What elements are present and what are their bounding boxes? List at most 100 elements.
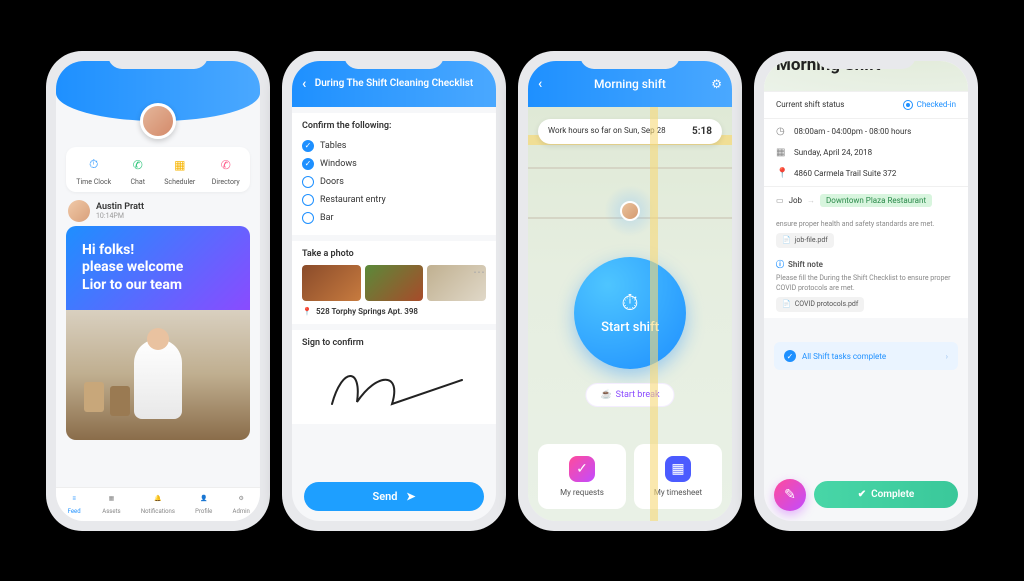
section-label: Confirm the following:	[302, 121, 486, 131]
gear-icon: ⚙	[233, 492, 249, 506]
section-label: Sign to confirm	[302, 338, 486, 348]
card-label: My timesheet	[654, 488, 702, 497]
post-header: Austin Pratt 10:14PM	[68, 200, 248, 222]
checklist-label: Windows	[320, 159, 357, 169]
file-name: job-file.pdf	[795, 236, 828, 245]
user-icon: 👤	[196, 492, 212, 506]
start-break-button[interactable]: ☕ Start break	[585, 383, 674, 407]
tab-notifications[interactable]: 🔔Notifications	[141, 492, 175, 515]
phone-feed: ⏱ Time Clock ✆ Chat ▦ Scheduler ✆ Direct…	[46, 51, 270, 531]
calendar-icon: ▦	[170, 155, 190, 175]
clock-icon: ◷	[776, 126, 788, 137]
signature-icon	[322, 362, 472, 414]
photo-thumb[interactable]	[365, 265, 424, 301]
tab-profile[interactable]: 👤Profile	[195, 492, 212, 515]
card-my-requests[interactable]: ✓ My requests	[538, 444, 626, 509]
notch	[108, 51, 208, 69]
checklist-item[interactable]: Bar	[302, 209, 486, 227]
complete-button[interactable]: ✔ Complete	[814, 481, 958, 508]
send-button[interactable]: Send ➤	[304, 482, 484, 511]
road-line	[528, 167, 732, 169]
calendar-icon: ▦	[665, 456, 691, 482]
quicklink-chat[interactable]: ✆ Chat	[128, 155, 148, 186]
work-hours-pill[interactable]: Work hours so far on Sun, Sep 28 5:18	[538, 119, 722, 144]
checklist-item[interactable]: Doors	[302, 173, 486, 191]
signature-pad[interactable]	[302, 354, 486, 416]
tab-bar: ≡Feed ▦Assets 🔔Notifications 👤Profile ⚙A…	[56, 487, 260, 521]
welcome-card[interactable]: Hi folks! please welcome Lior to our tea…	[66, 226, 250, 311]
back-icon[interactable]: ‹	[538, 76, 542, 92]
tasks-label: All Shift tasks complete	[802, 352, 886, 361]
checkbox-icon[interactable]	[302, 158, 314, 170]
file-chip[interactable]: 📄 job-file.pdf	[776, 233, 834, 248]
welcome-line: Lior to our team	[82, 277, 234, 295]
photo-section: Take a photo ⋯ 📍 528 Torphy Springs Apt.…	[292, 241, 496, 324]
more-icon[interactable]: ⋯	[473, 265, 486, 279]
checklist-item[interactable]: Tables	[302, 137, 486, 155]
info-time: ◷ 08:00am - 04:00pm - 08:00 hours	[764, 121, 968, 142]
back-icon[interactable]: ‹	[302, 76, 306, 92]
file-icon: 📄	[782, 300, 791, 309]
checkbox-icon[interactable]	[302, 194, 314, 206]
edit-fab[interactable]: ✎	[774, 479, 806, 511]
card-my-timesheet[interactable]: ▦ My timesheet	[634, 444, 722, 509]
info-text: Sunday, April 24, 2018	[794, 148, 872, 157]
post-time: 10:14PM	[96, 212, 144, 220]
photo-thumb[interactable]	[302, 265, 361, 301]
note-title: Shift note	[788, 260, 823, 271]
tab-feed[interactable]: ≡Feed	[66, 492, 82, 515]
tab-admin[interactable]: ⚙Admin	[233, 492, 250, 515]
grid-icon: ▦	[103, 492, 119, 506]
briefcase-icon: ▭	[776, 196, 784, 205]
section-label: Take a photo	[302, 249, 486, 259]
author-name: Austin Pratt	[96, 202, 144, 212]
tasks-row[interactable]: ✓ All Shift tasks complete ›	[774, 342, 958, 370]
quicklink-label: Time Clock	[76, 178, 111, 186]
checkbox-icon[interactable]	[302, 212, 314, 224]
job-row[interactable]: ▭ Job → Downtown Plaza Restaurant	[764, 186, 968, 214]
screen-morning-shift: Morning Shift Current shift status Check…	[764, 61, 968, 521]
status-dot-icon	[903, 100, 913, 110]
checkbox-icon[interactable]	[302, 176, 314, 188]
quicklink-time-clock[interactable]: ⏱ Time Clock	[76, 155, 111, 186]
decor	[84, 382, 104, 412]
checklist-item[interactable]: Restaurant entry	[302, 191, 486, 209]
author-avatar[interactable]	[68, 200, 90, 222]
post-image[interactable]	[66, 310, 250, 440]
phone-morning-shift: Morning Shift Current shift status Check…	[754, 51, 978, 531]
tab-assets[interactable]: ▦Assets	[102, 492, 120, 515]
file-chip[interactable]: 📄 COVID protocols.pdf	[776, 297, 864, 312]
checkbox-icon[interactable]	[302, 140, 314, 152]
checklist-label: Bar	[320, 213, 334, 223]
confirm-section: Confirm the following: Tables Windows Door…	[292, 113, 496, 235]
phone-shift: ‹ Morning shift ⚙ Work hours so far on S…	[518, 51, 742, 531]
work-hours-value: 5:18	[692, 126, 712, 137]
info-text: 08:00am - 04:00pm - 08:00 hours	[794, 127, 911, 136]
page-title: Morning shift	[594, 77, 666, 91]
status-label: Current shift status	[776, 100, 844, 110]
file-name: COVID protocols.pdf	[795, 300, 859, 309]
map[interactable]: Work hours so far on Sun, Sep 28 5:18 ⏱ …	[528, 107, 732, 521]
file-icon: 📄	[782, 236, 791, 245]
page-title: During The Shift Cleaning Checklist	[315, 78, 474, 89]
status-value: Checked-in	[917, 100, 956, 109]
welcome-line: Hi folks!	[82, 242, 234, 260]
screen-checklist: ‹ During The Shift Cleaning Checklist Co…	[292, 61, 496, 521]
check-circle-icon: ✓	[784, 350, 796, 362]
quicklink-scheduler[interactable]: ▦ Scheduler	[164, 155, 195, 186]
gear-icon[interactable]: ⚙	[711, 77, 722, 91]
send-icon: ➤	[406, 490, 415, 503]
quicklink-directory[interactable]: ✆ Directory	[212, 155, 240, 186]
complete-label: Complete	[871, 489, 914, 500]
feed-icon: ≡	[66, 492, 82, 506]
avatar[interactable]	[140, 103, 176, 139]
edit-icon: ✎	[784, 487, 796, 503]
checklist-item[interactable]: Windows	[302, 155, 486, 173]
start-shift-button[interactable]: ⏱ Start shift	[574, 257, 686, 369]
notch	[344, 51, 444, 69]
arrow-icon: →	[807, 196, 815, 205]
checklist-label: Restaurant entry	[320, 195, 386, 205]
note-block: ⓘ Shift note Please fill the During the …	[764, 254, 968, 318]
info-date: ▦Sunday, April 24, 2018	[764, 142, 968, 163]
user-location-marker[interactable]	[604, 185, 656, 237]
